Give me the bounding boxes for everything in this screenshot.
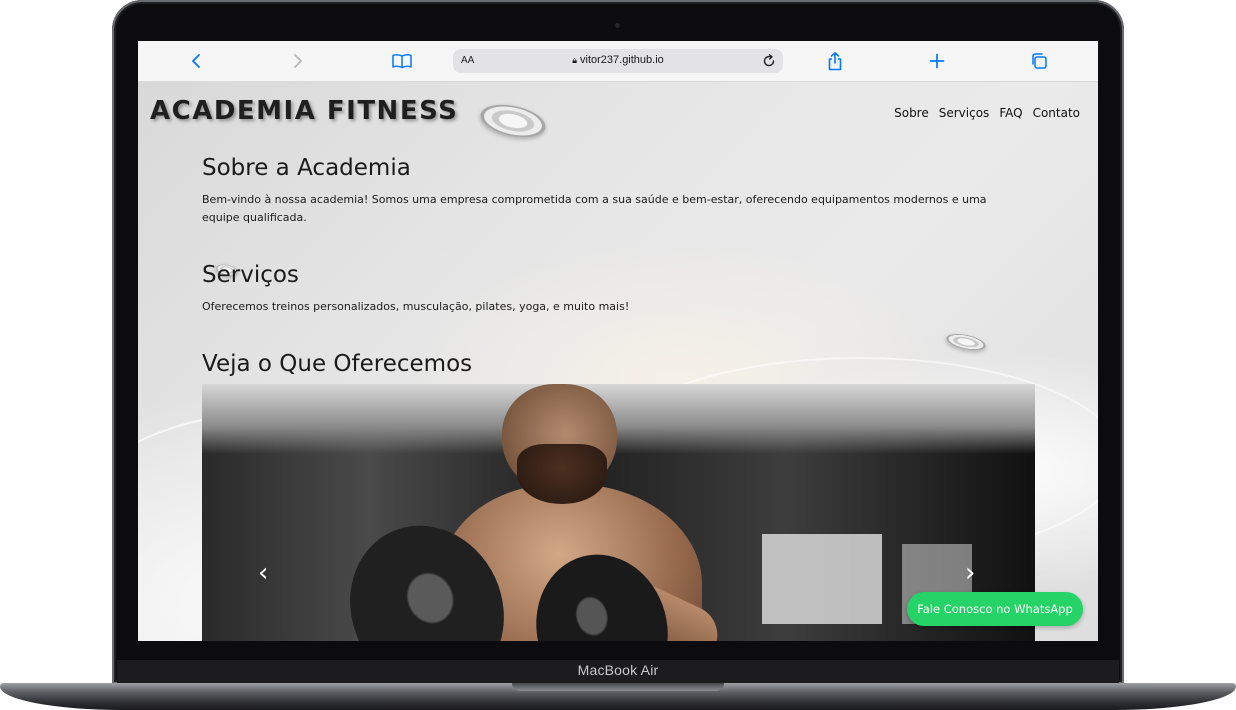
services-title: Serviços [202,262,299,288]
weight-plate-decoration [477,99,549,143]
offer-title: Veja o Que Oferecemos [202,351,473,377]
device-model-label: MacBook Air [577,662,659,678]
url-text: vitor237.github.io [580,54,664,66]
carousel-prev-icon[interactable]: ‹ [258,560,268,586]
url-display: 🔒︎ vitor237.github.io [453,54,783,66]
nav-link-faq[interactable]: FAQ [999,106,1022,120]
athlete-beard [517,444,607,504]
gym-window [762,534,882,624]
carousel-next-icon[interactable]: › [965,560,975,586]
address-bar[interactable]: AA 🔒︎ vitor237.github.io [453,49,783,73]
services-text: Oferecemos treinos personalizados, muscu… [202,300,630,313]
camera-icon [615,23,620,28]
weight-plate-decoration [944,330,988,354]
nav-link-servicos[interactable]: Serviços [939,106,990,120]
book-icon[interactable] [390,41,414,81]
web-page: ACADEMIA FITNESS Sobre Serviços FAQ Cont… [138,82,1098,641]
tabs-icon[interactable] [1028,41,1050,81]
about-text: Bem-vindo à nossa academia! Somos uma em… [202,193,987,224]
nav-link-sobre[interactable]: Sobre [894,106,929,120]
about-title: Sobre a Academia [202,155,411,181]
gym-ceiling [202,384,1035,454]
main-nav: Sobre Serviços FAQ Contato [894,106,1080,120]
chevron-left-icon[interactable] [186,41,206,81]
whatsapp-button[interactable]: Fale Conosco no WhatsApp [907,592,1083,626]
lock-icon: 🔒︎ [572,55,577,65]
site-logo[interactable]: ACADEMIA FITNESS [150,96,458,126]
nav-link-contato[interactable]: Contato [1033,106,1080,120]
laptop-notch [512,683,724,691]
chevron-right-icon[interactable] [288,41,308,81]
plus-icon[interactable] [926,41,948,81]
browser-toolbar: AA 🔒︎ vitor237.github.io [138,41,1098,82]
reload-icon[interactable] [761,53,777,73]
screen: AA 🔒︎ vitor237.github.io ACADEMIA FITNESS… [138,41,1098,641]
share-icon[interactable] [824,41,846,81]
